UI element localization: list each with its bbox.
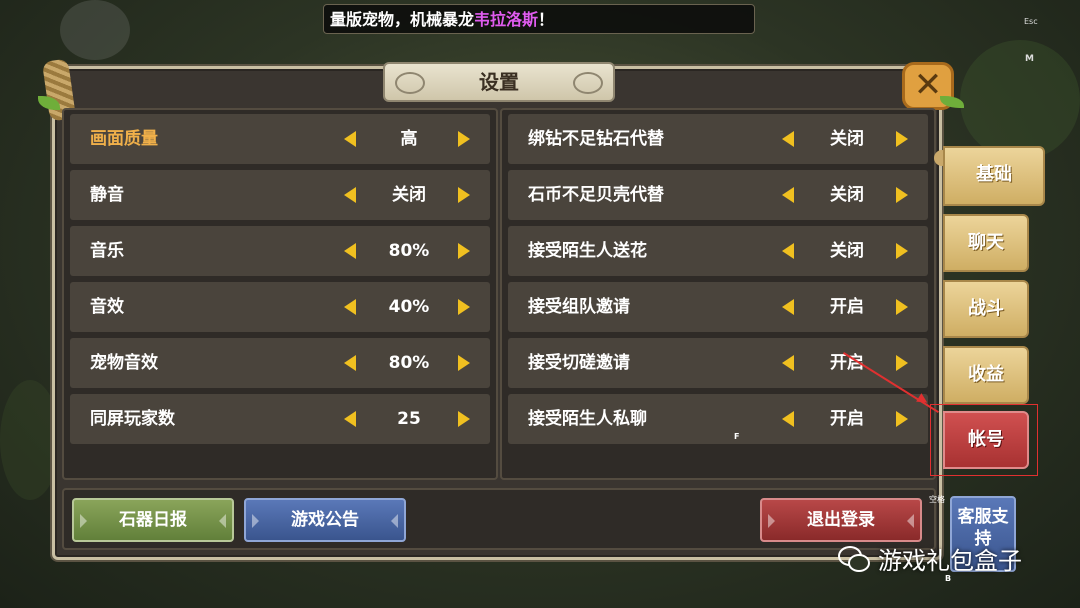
- triangle-decoration-icon: [768, 514, 775, 528]
- setting-row: 同屏玩家数 25: [70, 394, 490, 444]
- game-notice-label: 游戏公告: [291, 510, 359, 530]
- m-hotkey-label: M: [1025, 54, 1034, 64]
- arrow-right-icon[interactable]: [458, 243, 470, 259]
- esc-hotkey-label: Esc: [1024, 17, 1038, 26]
- arrow-right-icon[interactable]: [896, 411, 908, 427]
- arrow-right-icon[interactable]: [896, 243, 908, 259]
- highlight-annotation-box: [930, 404, 1038, 476]
- setting-label: 接受陌生人送花: [528, 241, 647, 261]
- setting-row: 接受切磋邀请 开启: [508, 338, 928, 388]
- setting-row: 音乐 80%: [70, 226, 490, 276]
- arrow-left-icon[interactable]: [344, 131, 356, 147]
- arrow-left-icon[interactable]: [782, 299, 794, 315]
- setting-label: 同屏玩家数: [90, 409, 175, 429]
- arrow-left-icon[interactable]: [782, 243, 794, 259]
- wechat-icon: [838, 544, 870, 572]
- arrow-left-icon[interactable]: [344, 355, 356, 371]
- arrow-left-icon[interactable]: [344, 243, 356, 259]
- daily-report-button[interactable]: 石器日报: [72, 498, 234, 542]
- setting-value: 80%: [388, 241, 430, 261]
- space-hotkey-label: 空格: [929, 495, 945, 504]
- setting-row: 静音 关闭: [70, 170, 490, 220]
- triangle-decoration-icon: [907, 514, 914, 528]
- setting-label: 接受切磋邀请: [528, 353, 630, 373]
- background-rock: [60, 0, 130, 60]
- announcement-banner: 量版宠物，机械暴龙韦拉洛斯！: [323, 4, 755, 34]
- banner-highlight: 韦拉洛斯: [474, 10, 539, 29]
- tab-income[interactable]: 收益: [943, 346, 1029, 404]
- setting-value: 关闭: [830, 185, 864, 205]
- f-hotkey-label: F: [734, 432, 740, 441]
- setting-row: 宠物音效 80%: [70, 338, 490, 388]
- background-bush: [960, 40, 1080, 160]
- setting-value: 开启: [830, 409, 864, 429]
- arrow-left-icon[interactable]: [782, 411, 794, 427]
- tab-basic[interactable]: 基础: [943, 146, 1045, 206]
- triangle-decoration-icon: [80, 514, 87, 528]
- triangle-decoration-icon: [391, 514, 398, 528]
- setting-row: 画面质量 高: [70, 114, 490, 164]
- banner-text: 量版宠物，机械暴龙: [330, 10, 475, 29]
- setting-label: 接受陌生人私聊: [528, 409, 647, 429]
- swirl-ornament-icon: [573, 72, 603, 94]
- dialog-title-plate: 设置: [383, 62, 615, 102]
- setting-value: 25: [397, 409, 421, 429]
- dialog-title: 设置: [479, 70, 519, 94]
- arrow-right-icon[interactable]: [458, 299, 470, 315]
- right-settings-list: 绑钻不足钻石代替 关闭 石币不足贝壳代替 关闭 接受陌生人送花 关闭 接受组队邀…: [500, 108, 936, 480]
- arrow-right-icon[interactable]: [458, 187, 470, 203]
- daily-report-label: 石器日报: [119, 510, 187, 530]
- arrow-right-icon[interactable]: [896, 355, 908, 371]
- setting-value: 关闭: [830, 241, 864, 261]
- banner-suffix: ！: [538, 10, 555, 29]
- setting-value: 关闭: [830, 129, 864, 149]
- setting-row: 石币不足贝壳代替 关闭: [508, 170, 928, 220]
- setting-row: 接受陌生人送花 关闭: [508, 226, 928, 276]
- watermark-text: 游戏礼包盒子: [878, 546, 1022, 575]
- watermark: 游戏礼包盒子: [838, 536, 1022, 580]
- setting-label: 绑钻不足钻石代替: [528, 129, 664, 149]
- setting-value: 关闭: [392, 185, 426, 205]
- setting-value: 40%: [388, 297, 430, 317]
- setting-label: 石币不足贝壳代替: [528, 185, 664, 205]
- setting-label: 音乐: [90, 241, 124, 261]
- tab-chat[interactable]: 聊天: [943, 214, 1029, 272]
- game-notice-button[interactable]: 游戏公告: [244, 498, 406, 542]
- arrow-left-icon[interactable]: [344, 299, 356, 315]
- tab-battle[interactable]: 战斗: [943, 280, 1029, 338]
- setting-label: 接受组队邀请: [528, 297, 630, 317]
- setting-value: 开启: [830, 297, 864, 317]
- arrow-right-icon[interactable]: [896, 131, 908, 147]
- setting-row: 接受组队邀请 开启: [508, 282, 928, 332]
- setting-label: 音效: [90, 297, 124, 317]
- setting-label: 画面质量: [90, 129, 158, 149]
- background-bush: [0, 380, 60, 500]
- setting-label: 静音: [90, 185, 124, 205]
- setting-row: 接受陌生人私聊 开启: [508, 394, 928, 444]
- arrow-left-icon[interactable]: [782, 187, 794, 203]
- logout-label: 退出登录: [807, 510, 875, 530]
- setting-value: 高: [400, 129, 418, 149]
- arrow-left-icon[interactable]: [344, 187, 356, 203]
- arrow-left-icon[interactable]: [782, 131, 794, 147]
- triangle-decoration-icon: [252, 514, 259, 528]
- arrow-right-icon[interactable]: [458, 411, 470, 427]
- close-x-icon: ✕: [913, 65, 943, 105]
- setting-row: 绑钻不足钻石代替 关闭: [508, 114, 928, 164]
- arrow-left-icon[interactable]: [344, 411, 356, 427]
- triangle-decoration-icon: [219, 514, 226, 528]
- setting-value: 80%: [388, 353, 430, 373]
- arrow-right-icon[interactable]: [896, 299, 908, 315]
- setting-row: 音效 40%: [70, 282, 490, 332]
- setting-label: 宠物音效: [90, 353, 158, 373]
- arrow-right-icon[interactable]: [458, 131, 470, 147]
- arrow-right-icon[interactable]: [458, 355, 470, 371]
- arrow-right-icon[interactable]: [896, 187, 908, 203]
- left-settings-list: 画面质量 高 静音 关闭 音乐 80% 音效 40% 宠物音效 80% 同屏玩家…: [62, 108, 498, 480]
- setting-value: 开启: [830, 353, 864, 373]
- swirl-ornament-icon: [395, 72, 425, 94]
- arrow-left-icon[interactable]: [782, 355, 794, 371]
